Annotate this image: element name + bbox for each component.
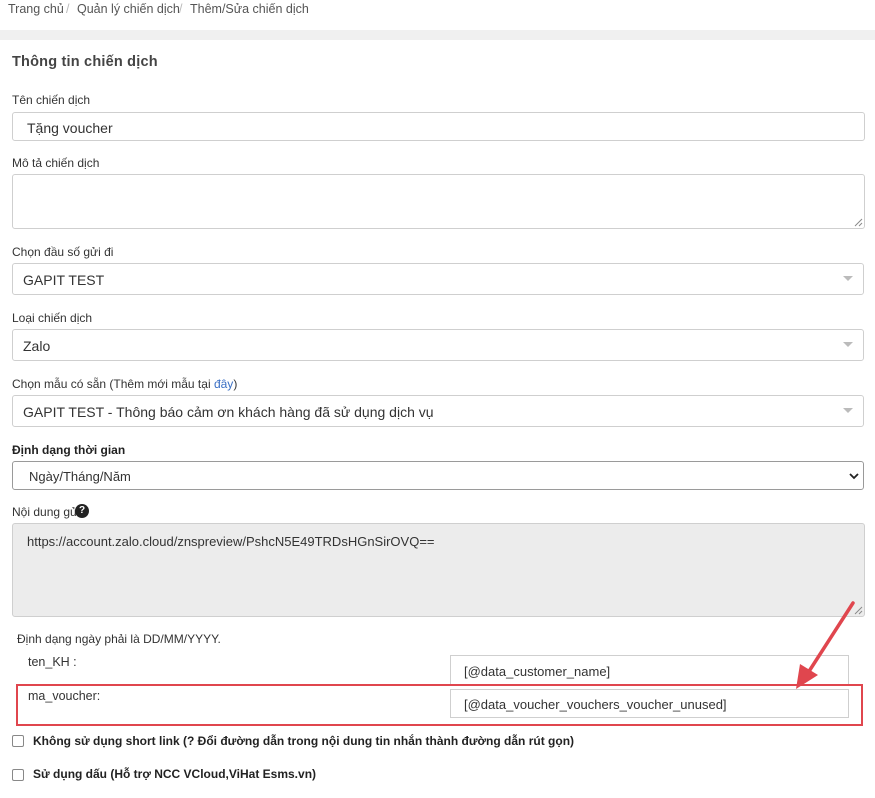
breadcrumb: Trang chủ / Quản lý chiến dịch / Thêm/Sử… (0, 0, 875, 28)
param-name-ten-kh: ten_KH : (28, 655, 77, 669)
campaign-desc-textarea[interactable] (12, 174, 865, 229)
breadcrumb-separator: / (179, 2, 183, 16)
resize-handle-icon[interactable] (854, 218, 863, 227)
campaign-type-value: Zalo (23, 338, 51, 354)
section-title: Thông tin chiến dịch (12, 54, 158, 70)
template-label-prefix: Chọn mẫu có sẵn (Thêm mới mẫu tại (12, 377, 214, 391)
campaign-type-label: Loại chiến dịch (12, 311, 93, 325)
content-label: Nội dung gửi (12, 505, 81, 519)
help-icon[interactable]: ? (75, 504, 89, 518)
highlight-box (16, 684, 863, 726)
use-accent-label: Sử dụng dấu (Hỗ trợ NCC VCloud,ViHat Esm… (33, 767, 317, 781)
content-textarea[interactable]: https://account.zalo.cloud/znspreview/Ps… (12, 523, 865, 617)
chevron-down-icon (843, 342, 853, 347)
time-format-select[interactable]: Ngày/Tháng/Năm (12, 461, 864, 490)
campaign-name-value: Tặng voucher (27, 120, 113, 136)
sender-select[interactable]: GAPIT TEST (12, 263, 864, 295)
breadcrumb-campaign-management[interactable]: Quản lý chiến dịch (77, 2, 180, 16)
campaign-desc-label: Mô tả chiến dịch (12, 156, 100, 170)
chevron-down-icon (843, 408, 853, 413)
short-link-label: Không sử dụng short link (? Đổi đường dẫ… (33, 734, 575, 748)
time-format-label: Định dạng thời gian (12, 443, 126, 457)
chevron-down-icon (849, 473, 859, 480)
template-value: GAPIT TEST - Thông báo cảm ơn khách hàng… (23, 404, 434, 420)
breadcrumb-home[interactable]: Trang chủ (8, 2, 64, 16)
breadcrumb-current: Thêm/Sửa chiến dịch (190, 2, 309, 16)
template-select[interactable]: GAPIT TEST - Thông báo cảm ơn khách hàng… (12, 395, 864, 427)
campaign-name-label: Tên chiến dịch (12, 93, 91, 107)
use-accent-checkbox[interactable] (12, 769, 24, 781)
param-input-ten-kh[interactable]: [@data_customer_name] (450, 655, 849, 685)
resize-handle-icon[interactable] (854, 606, 863, 615)
content-value: https://account.zalo.cloud/znspreview/Ps… (27, 534, 435, 549)
page-divider (0, 30, 875, 40)
chevron-down-icon (843, 276, 853, 281)
campaign-type-select[interactable]: Zalo (12, 329, 864, 361)
short-link-checkbox[interactable] (12, 735, 24, 747)
sender-value: GAPIT TEST (23, 272, 105, 288)
campaign-name-input[interactable]: Tặng voucher (12, 112, 865, 141)
date-format-note: Định dạng ngày phải là DD/MM/YYYY. (17, 632, 221, 646)
param-value-ten-kh: [@data_customer_name] (464, 664, 611, 679)
breadcrumb-separator: / (66, 2, 70, 16)
time-format-value: Ngày/Tháng/Năm (29, 469, 131, 484)
template-label-suffix: ) (233, 377, 238, 391)
template-label: Chọn mẫu có sẵn (Thêm mới mẫu tại đây) (12, 377, 237, 391)
add-template-link[interactable]: đây (214, 377, 233, 391)
sender-label: Chọn đầu số gửi đi (12, 245, 114, 259)
